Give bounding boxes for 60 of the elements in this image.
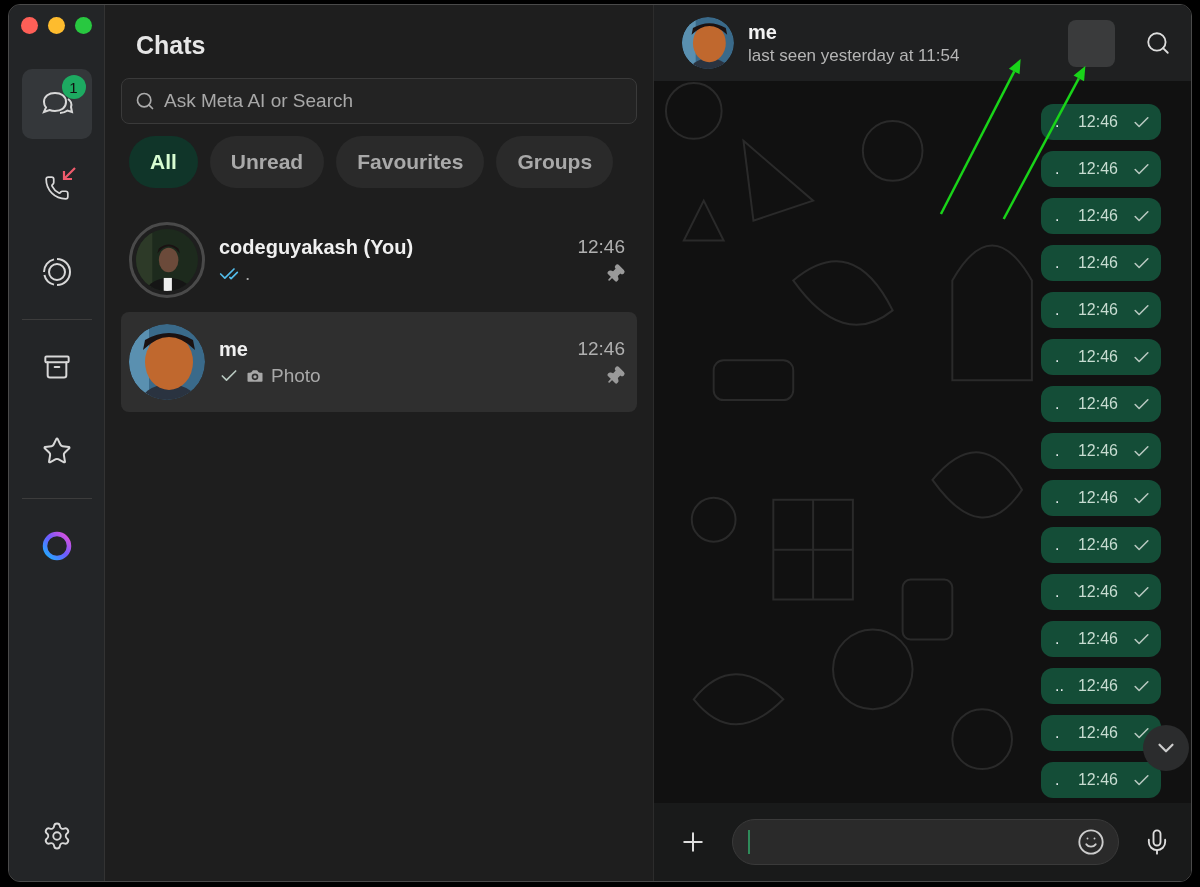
message-text: . bbox=[1055, 536, 1061, 554]
message-time: 12:46 bbox=[1077, 536, 1118, 554]
zoom-button[interactable] bbox=[75, 17, 92, 34]
message-time: 12:46 bbox=[1077, 113, 1118, 131]
message-time: 12:46 bbox=[1077, 442, 1118, 460]
filter-chip[interactable]: All bbox=[129, 136, 198, 188]
ring-icon bbox=[40, 530, 73, 562]
message-time: 12:46 bbox=[1077, 160, 1118, 178]
archive-icon bbox=[42, 353, 71, 381]
last-seen-text: last seen yesterday at 11:54 bbox=[748, 45, 961, 66]
message-text: . bbox=[1055, 254, 1061, 272]
message-text: . bbox=[1055, 207, 1061, 225]
message-text: . bbox=[1055, 160, 1061, 178]
message-time: 12:46 bbox=[1077, 724, 1118, 742]
message-time: 12:46 bbox=[1077, 489, 1118, 507]
contact-name: codeguyakash (You) bbox=[219, 235, 415, 259]
unread-badge: 1 bbox=[61, 75, 86, 99]
emoji-icon[interactable] bbox=[1077, 828, 1105, 856]
message-time: 12:46 bbox=[1077, 254, 1118, 272]
message-text: . bbox=[1055, 395, 1061, 413]
message-preview: Photo bbox=[271, 364, 322, 387]
message-text: . bbox=[1055, 489, 1061, 507]
message-text: . bbox=[1055, 301, 1061, 319]
message-text: . bbox=[1055, 348, 1061, 366]
panel-title: Chats bbox=[136, 31, 207, 60]
phone-icon bbox=[43, 175, 70, 201]
search-button[interactable] bbox=[1145, 30, 1171, 56]
message-text: .. bbox=[1055, 677, 1064, 695]
message-time: 12:46 bbox=[1077, 583, 1118, 601]
minimize-button[interactable] bbox=[48, 17, 65, 34]
message-preview: . bbox=[245, 262, 252, 285]
search-field[interactable]: Ask Meta AI or Search bbox=[121, 78, 637, 124]
filter-chip[interactable]: Favourites bbox=[336, 136, 485, 188]
message-input[interactable] bbox=[732, 819, 1119, 865]
chat-time: 12:46 bbox=[577, 236, 625, 258]
filter-chip[interactable]: Groups bbox=[496, 136, 614, 188]
close-button[interactable] bbox=[21, 17, 38, 34]
message-time: 12:46 bbox=[1077, 348, 1118, 366]
message-time: 12:46 bbox=[1077, 630, 1118, 648]
message-text: . bbox=[1055, 630, 1061, 648]
star-icon bbox=[41, 436, 72, 466]
message-text: . bbox=[1055, 442, 1061, 460]
message-text: . bbox=[1055, 771, 1061, 789]
contact-name: me bbox=[748, 20, 778, 44]
scroll-down-button[interactable] bbox=[1143, 725, 1189, 771]
message-time: 12:46 bbox=[1077, 207, 1118, 225]
filter-chip[interactable]: Unread bbox=[209, 136, 325, 188]
message-time: 12:46 bbox=[1077, 301, 1118, 319]
sidebar-item[interactable]: 1 bbox=[21, 69, 92, 139]
message-time: 12:46 bbox=[1077, 395, 1118, 413]
message-text: . bbox=[1055, 583, 1061, 601]
message-text: . bbox=[1055, 113, 1061, 131]
status-icon bbox=[41, 257, 72, 287]
contact-name: me bbox=[219, 337, 249, 361]
chat-list-item[interactable]: me 12:46 Photo bbox=[121, 312, 637, 412]
search-icon bbox=[1145, 30, 1171, 56]
message-text: . bbox=[1055, 724, 1061, 742]
message-time: 12:46 bbox=[1077, 771, 1118, 789]
chat-time: 12:46 bbox=[577, 338, 625, 360]
message-time: 12:46 bbox=[1077, 677, 1118, 695]
